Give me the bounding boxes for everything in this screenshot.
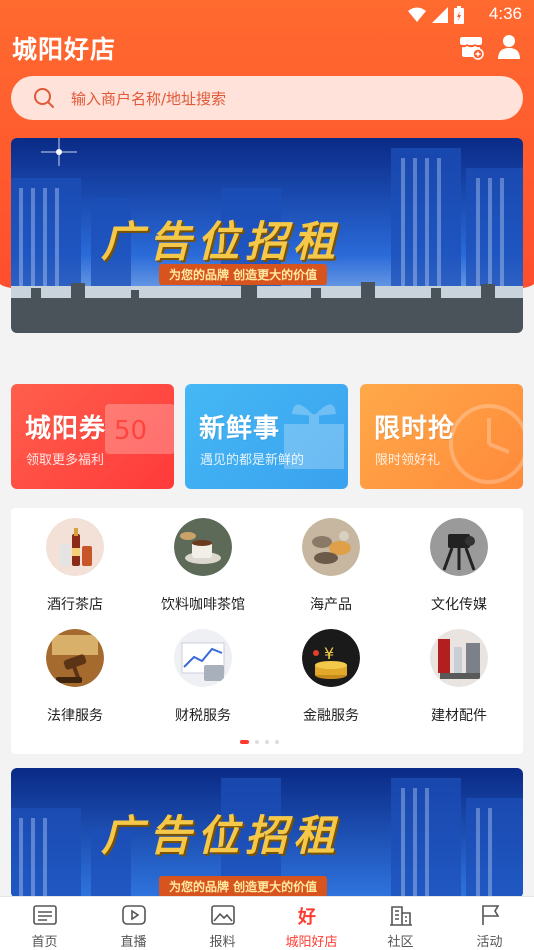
banner-title: 广告位招租: [101, 217, 342, 266]
play-icon: [121, 905, 146, 925]
promo-card-coupon[interactable]: 50 城阳券 领取更多福利: [11, 384, 174, 489]
promo-card-flash-sale[interactable]: 限时抢 限时领好礼: [360, 384, 523, 489]
page: 4:36 城阳好店 输入商户名称/地址搜索 广告位招租 为您的品牌 创造更大的价…: [0, 0, 534, 950]
promo-card-news[interactable]: 新鲜事 遇见的都是新鲜的: [185, 384, 348, 489]
tab-label: 城阳好店: [285, 935, 338, 950]
page-indicator: [240, 740, 279, 744]
seafood-icon: [302, 518, 360, 576]
banner-subtitle: 为您的品牌 创造更大的价值: [159, 876, 328, 897]
tab-live[interactable]: 直播: [89, 897, 178, 950]
good-store-icon: 好: [298, 906, 316, 927]
tab-label: 社区: [387, 935, 414, 950]
bottom-tab-bar: 首页 直播 报料 好 城阳好店 社区 活动: [0, 896, 534, 950]
svg-text:¥: ¥: [324, 644, 334, 663]
category-item-liquor-tea[interactable]: 酒行茶店: [11, 518, 139, 614]
battery-icon: [454, 6, 464, 24]
page-dot: [240, 740, 249, 744]
coupon-icon: 50: [105, 404, 174, 454]
community-icon: [389, 906, 412, 926]
camera-media-icon: [430, 518, 488, 576]
tab-label: 活动: [476, 935, 503, 950]
promo-title: 新鲜事: [199, 414, 281, 444]
category-label: 财税服务: [175, 708, 231, 724]
ad-banner-bottom[interactable]: 广告位招租 为您的品牌 创造更大的价值: [11, 768, 523, 898]
user-icon[interactable]: [497, 34, 521, 60]
tab-report[interactable]: 报料: [178, 897, 267, 950]
svg-text:好: 好: [298, 906, 316, 927]
category-label: 文化传媒: [431, 597, 487, 613]
liquor-tea-icon: [46, 518, 104, 576]
search-icon: [34, 88, 54, 108]
promo-subtitle: 遇见的都是新鲜的: [200, 453, 305, 468]
category-item-cafe[interactable]: 饮料咖啡茶馆: [139, 518, 267, 614]
gold-coins-icon: ¥: [302, 629, 360, 687]
category-item-banking[interactable]: ¥ 金融服务: [267, 629, 395, 725]
category-item-finance-tax[interactable]: 财税服务: [139, 629, 267, 725]
page-dot: [275, 740, 279, 744]
gavel-icon: [46, 629, 104, 687]
promo-title: 城阳券: [25, 414, 107, 444]
page-dot: [255, 740, 259, 744]
building-materials-icon: [430, 629, 488, 687]
flag-icon: [481, 905, 499, 925]
header: 城阳好店: [0, 28, 534, 68]
page-dot: [265, 740, 269, 744]
category-label: 法律服务: [47, 708, 103, 724]
status-icons: [408, 6, 464, 24]
category-grid: 酒行茶店 饮料咖啡茶馆 海产品 文化传媒 法律服务 财税服务 ¥ 金融服务 建材…: [11, 508, 523, 754]
search-placeholder: 输入商户名称/地址搜索: [71, 89, 227, 108]
tab-label: 报料: [209, 935, 236, 950]
tab-home[interactable]: 首页: [0, 897, 89, 950]
category-label: 酒行茶店: [47, 597, 103, 613]
status-time: 4:36: [488, 4, 522, 23]
tab-good-store[interactable]: 好 城阳好店: [267, 897, 356, 950]
status-bar: 4:36: [0, 0, 534, 28]
home-news-icon: [32, 905, 57, 925]
tab-community[interactable]: 社区: [356, 897, 445, 950]
promo-title: 限时抢: [374, 414, 456, 444]
search-bar[interactable]: 输入商户名称/地址搜索: [11, 76, 523, 120]
ad-banner-top[interactable]: 广告位招租 为您的品牌 创造更大的价值: [11, 138, 523, 333]
banner-subtitle: 为您的品牌 创造更大的价值: [159, 264, 328, 285]
category-item-seafood[interactable]: 海产品: [267, 518, 395, 614]
finance-chart-icon: [174, 629, 232, 687]
store-icon[interactable]: [458, 34, 484, 60]
promo-subtitle: 限时领好礼: [375, 453, 441, 468]
category-label: 建材配件: [431, 708, 487, 724]
category-label: 海产品: [310, 597, 352, 613]
banner-title: 广告位招租: [101, 811, 342, 860]
svg-text:50: 50: [114, 416, 147, 446]
image-icon: [210, 905, 235, 925]
signal-icon: [432, 7, 448, 23]
promo-subtitle: 领取更多福利: [26, 453, 105, 468]
category-label: 饮料咖啡茶馆: [161, 597, 245, 613]
wifi-icon: [408, 7, 426, 22]
category-item-building-materials[interactable]: 建材配件: [395, 629, 523, 725]
category-item-media[interactable]: 文化传媒: [395, 518, 523, 614]
category-item-legal[interactable]: 法律服务: [11, 629, 139, 725]
category-label: 金融服务: [303, 708, 359, 724]
tab-activity[interactable]: 活动: [445, 897, 534, 950]
page-title: 城阳好店: [12, 35, 117, 64]
cafe-icon: [174, 518, 232, 576]
tab-label: 直播: [120, 935, 147, 950]
tab-label: 首页: [31, 935, 58, 950]
